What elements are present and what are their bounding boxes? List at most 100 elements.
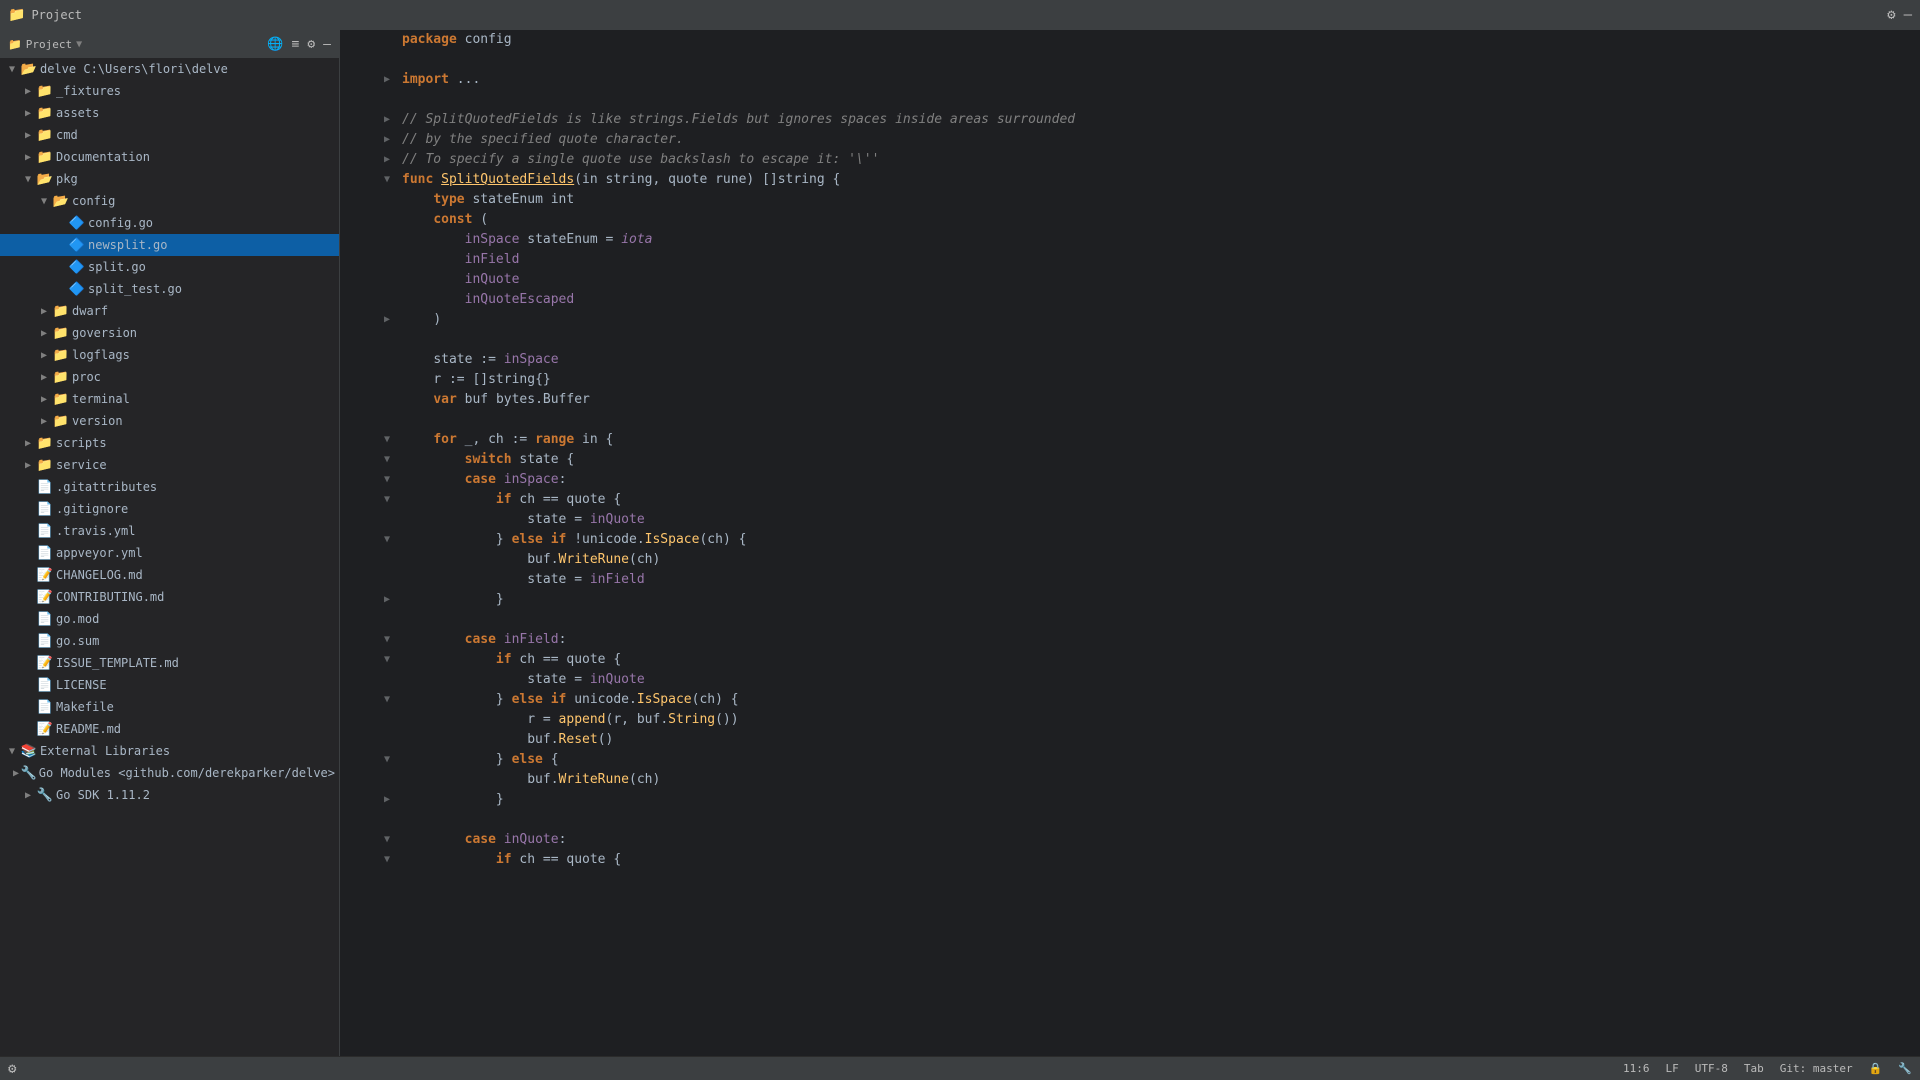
- tree-item-proc[interactable]: ▶ 📁 proc: [0, 366, 339, 388]
- tree-item-terminal[interactable]: ▶ 📁 terminal: [0, 388, 339, 410]
- fold-gutter[interactable]: ▼: [380, 530, 394, 550]
- line-number: [340, 810, 380, 830]
- fold-gutter[interactable]: ▶: [380, 310, 394, 330]
- tree-item-assets[interactable]: ▶ 📁 assets: [0, 102, 339, 124]
- tree-item-issue-template-md[interactable]: 📝 ISSUE_TEMPLATE.md: [0, 652, 339, 674]
- tree-item-contributing-md[interactable]: 📝 CONTRIBUTING.md: [0, 586, 339, 608]
- code-line: state = inQuote: [340, 510, 1920, 530]
- line-number: [340, 350, 380, 370]
- go-file-icon: 🔷: [68, 216, 86, 231]
- tree-item-travis-yml[interactable]: 📄 .travis.yml: [0, 520, 339, 542]
- editor-content[interactable]: package config ▶ import ...: [340, 30, 1920, 1056]
- tree-item-go-sdk[interactable]: ▶ 🔧 Go SDK 1.11.2: [0, 784, 339, 806]
- fold-gutter[interactable]: ▶: [380, 790, 394, 810]
- lock-icon: 🔒: [1869, 1062, 1883, 1075]
- fold-gutter: ▶: [380, 150, 394, 170]
- tree-item-version[interactable]: ▶ 📁 version: [0, 410, 339, 432]
- tree-item-go-sum[interactable]: 📄 go.sum: [0, 630, 339, 652]
- minimize-btn[interactable]: —: [1904, 7, 1912, 23]
- line-number: [340, 730, 380, 750]
- line-ending-status[interactable]: LF: [1665, 1062, 1678, 1075]
- code-editor[interactable]: package config ▶ import ...: [340, 30, 1920, 1056]
- tree-item-makefile[interactable]: 📄 Makefile: [0, 696, 339, 718]
- code-line: r = append(r, buf.String()): [340, 710, 1920, 730]
- encoding-status[interactable]: UTF-8: [1695, 1062, 1728, 1075]
- tree-item-go-mod[interactable]: 📄 go.mod: [0, 608, 339, 630]
- md-file-icon: 📝: [36, 590, 54, 605]
- tree-label: terminal: [72, 392, 130, 406]
- collapse-icon[interactable]: —: [323, 37, 331, 52]
- tree-item-appveyor-yml[interactable]: 📄 appveyor.yml: [0, 542, 339, 564]
- fold-gutter[interactable]: ▶: [380, 70, 394, 90]
- tree-item-gitattributes[interactable]: 📄 .gitattributes: [0, 476, 339, 498]
- tree-item-dwarf[interactable]: ▶ 📁 dwarf: [0, 300, 339, 322]
- list-icon[interactable]: ≡: [292, 37, 300, 52]
- fold-gutter[interactable]: ▼: [380, 750, 394, 770]
- fold-gutter[interactable]: ▼: [380, 450, 394, 470]
- settings-icon[interactable]: ⚙: [1887, 7, 1895, 23]
- gear-icon[interactable]: ⚙: [307, 37, 315, 52]
- yaml-file-icon: 📄: [36, 524, 54, 539]
- fold-gutter[interactable]: ▼: [380, 430, 394, 450]
- tree-item-changelog-md[interactable]: 📝 CHANGELOG.md: [0, 564, 339, 586]
- fold-gutter[interactable]: ▼: [380, 470, 394, 490]
- code-line: ▼ case inField:: [340, 630, 1920, 650]
- globe-icon[interactable]: 🌐: [267, 37, 283, 52]
- code-line: ▼ if ch == quote {: [340, 650, 1920, 670]
- code-line: inSpace stateEnum = iota: [340, 230, 1920, 250]
- fold-gutter[interactable]: ▼: [380, 650, 394, 670]
- tree-arrow: ▶: [36, 306, 52, 317]
- settings-status-icon[interactable]: ⚙: [8, 1061, 16, 1077]
- vcs-status[interactable]: Git: master: [1780, 1062, 1853, 1075]
- tree-item-config[interactable]: ▼ 📂 config: [0, 190, 339, 212]
- fold-gutter[interactable]: ▼: [380, 830, 394, 850]
- fold-gutter[interactable]: ▼: [380, 490, 394, 510]
- line-number: [340, 30, 380, 50]
- fold-gutter[interactable]: ▼: [380, 170, 394, 190]
- fold-gutter[interactable]: ▶: [380, 590, 394, 610]
- fold-gutter[interactable]: ▼: [380, 850, 394, 870]
- code-text: inSpace stateEnum = iota: [394, 230, 1920, 250]
- tree-item-split-test-go[interactable]: 🔷 split_test.go: [0, 278, 339, 300]
- code-line: [340, 50, 1920, 70]
- tree-arrow: ▶: [36, 350, 52, 361]
- code-line: buf.WriteRune(ch): [340, 550, 1920, 570]
- tree-item-service[interactable]: ▶ 📁 service: [0, 454, 339, 476]
- indent-status[interactable]: Tab: [1744, 1062, 1764, 1075]
- tree-arrow: ▼: [36, 196, 52, 207]
- tree-label: service: [56, 458, 107, 472]
- line-number: [340, 470, 380, 490]
- fold-gutter: [380, 190, 394, 210]
- tree-item-license[interactable]: 📄 LICENSE: [0, 674, 339, 696]
- tree-item-gitignore[interactable]: 📄 .gitignore: [0, 498, 339, 520]
- fold-gutter[interactable]: ▼: [380, 630, 394, 650]
- tree-item-readme-md[interactable]: 📝 README.md: [0, 718, 339, 740]
- tree-item-fixtures[interactable]: ▶ 📁 _fixtures: [0, 80, 339, 102]
- tree-item-scripts[interactable]: ▶ 📁 scripts: [0, 432, 339, 454]
- tree-item-goversion[interactable]: ▶ 📁 goversion: [0, 322, 339, 344]
- main-layout: 📁 Project ▼ 🌐 ≡ ⚙ — ▼ 📂 delve C:\Users\f…: [0, 30, 1920, 1056]
- fold-gutter[interactable]: ▼: [380, 690, 394, 710]
- tree-item-cmd[interactable]: ▶ 📁 cmd: [0, 124, 339, 146]
- fold-gutter: [380, 30, 394, 50]
- tree-label: .gitattributes: [56, 480, 157, 494]
- code-text: [394, 810, 1920, 830]
- code-text: if ch == quote {: [394, 490, 1920, 510]
- tree-item-pkg[interactable]: ▼ 📂 pkg: [0, 168, 339, 190]
- tree-item-newsplit-go[interactable]: 🔷 newsplit.go: [0, 234, 339, 256]
- code-text: state := inSpace: [394, 350, 1920, 370]
- line-col-status[interactable]: 11:6: [1623, 1062, 1650, 1075]
- tree-item-logflags[interactable]: ▶ 📁 logflags: [0, 344, 339, 366]
- file-tree[interactable]: ▼ 📂 delve C:\Users\flori\delve ▶ 📁 _fixt…: [0, 58, 339, 1056]
- code-text: buf.Reset(): [394, 730, 1920, 750]
- code-line: ▼ if ch == quote {: [340, 490, 1920, 510]
- md-file-icon: 📝: [36, 656, 54, 671]
- tree-item-external-libraries[interactable]: ▼ 📚 External Libraries: [0, 740, 339, 762]
- tree-item-documentation[interactable]: ▶ 📁 Documentation: [0, 146, 339, 168]
- tree-item-config-go[interactable]: 🔷 config.go: [0, 212, 339, 234]
- tree-item-split-go[interactable]: 🔷 split.go: [0, 256, 339, 278]
- md-file-icon: 📝: [36, 722, 54, 737]
- mod-file-icon: 📄: [36, 612, 54, 627]
- tree-item-delve-root[interactable]: ▼ 📂 delve C:\Users\flori\delve: [0, 58, 339, 80]
- tree-item-go-modules[interactable]: ▶ 🔧 Go Modules <github.com/derekparker/d…: [0, 762, 339, 784]
